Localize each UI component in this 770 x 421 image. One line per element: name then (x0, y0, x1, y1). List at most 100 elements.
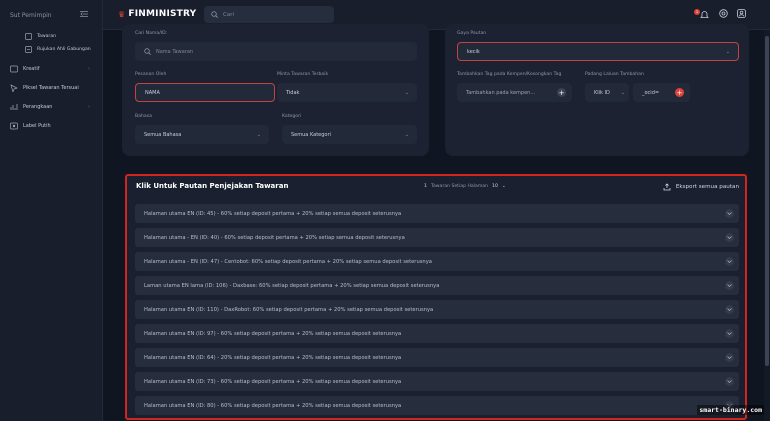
filter-card: Cari Nama/ID: Nama Tawaran Pesanan Oleh … (122, 24, 429, 156)
page-number: 1 (424, 184, 427, 189)
sidebar-title: Sut Pemimpin (10, 11, 52, 19)
offer-row[interactable]: Halaman utama EN (ID: 73) - 60% setiap d… (135, 372, 739, 391)
crown-icon: ♛ (118, 9, 126, 19)
brand-logo[interactable]: ♛ FINMINISTRY (118, 9, 196, 19)
sidebar-item-label: Tawaran (37, 34, 57, 39)
offer-row-label: Halaman utama EN (ID: 110) - DaxRobot: 6… (144, 306, 434, 313)
offer-row[interactable]: Halaman utama EN (ID: 45) - 60% setiap d… (135, 204, 739, 223)
interest-value: Tidak (286, 89, 300, 96)
export-all-links-button[interactable]: Eksport semua pautan (663, 183, 739, 191)
tracking-links-panel: Klik Untuk Pautan Penjejakan Tawaran 1 T… (125, 174, 747, 420)
sidebar-item-offers[interactable]: Tawaran (0, 30, 102, 43)
user-icon (737, 8, 746, 18)
offer-row-label: Laman utama EN lama (ID: 106) - Daxbase:… (144, 282, 440, 289)
offer-row-label: Halaman utama EN (ID: 80) - 60% setiap d… (144, 402, 402, 409)
collapse-sidebar-icon[interactable] (80, 11, 88, 19)
offer-by-label: Pesanan Oleh (135, 72, 167, 77)
per-page-value: 10 (492, 184, 498, 189)
offer-row[interactable]: Halaman utama - EN (ID: 47) - Centobot: … (135, 252, 739, 271)
chevron-down-icon[interactable] (725, 329, 734, 338)
link-style-label: Gaya Pautan (457, 31, 487, 36)
sidebar-item-creative[interactable]: Kreatif › (0, 62, 102, 75)
offer-row-label: Halaman utama - EN (ID: 40) - 60% setiap… (144, 234, 405, 241)
chevron-down-icon: ⌄ (404, 131, 409, 138)
chevron-down-icon: ⌄ (620, 89, 625, 96)
param-label: Padang Laluan Tambahan (585, 72, 644, 77)
search-placeholder: Nama Tawaran (156, 48, 194, 55)
notification-badge: 1 (694, 9, 700, 15)
offer-row[interactable]: Halaman utama EN (ID: 97) - 60% setiap d… (135, 324, 739, 343)
link-settings-card: Gaya Pautan kecik ⌄ Tambahkan Tag pada K… (445, 24, 749, 156)
white-label-icon (10, 122, 18, 130)
sidebar-item-label: Label Putih (23, 122, 51, 129)
at-sign-icon (719, 8, 728, 18)
chevron-down-icon[interactable] (725, 209, 734, 218)
watermark: smart-binary.com (697, 405, 764, 415)
sidebar-item-affiliate-referral[interactable]: Rujukan Ahli Gabungan (0, 43, 102, 56)
referral-icon (24, 46, 32, 54)
category-value: Semua Kategori (291, 131, 331, 138)
tags-input[interactable]: Tambahkan pada kempen... + (457, 83, 572, 102)
tags-placeholder: Tambahkan pada kempen... (466, 89, 536, 96)
sidebar-item-label: Kreatif (23, 65, 40, 72)
sidebar-item-white-label[interactable]: Label Putih (0, 119, 102, 132)
pixel-icon (10, 83, 18, 92)
link-style-value: kecik (467, 48, 480, 55)
search-label: Cari Nama/ID: (135, 31, 168, 36)
param-type-select[interactable]: Klik ID ⌄ (585, 83, 629, 102)
offer-search-input[interactable]: Nama Tawaran (135, 42, 417, 61)
search-icon (211, 11, 218, 18)
offer-row[interactable]: Laman utama EN lama (ID: 106) - Daxbase:… (135, 276, 739, 295)
search-placeholder: Cari (223, 11, 234, 18)
sidebar-item-custom-pixel[interactable]: Piksel Tawaran Tersuai (0, 81, 102, 94)
offer-row[interactable]: Halaman utama - EN (ID: 40) - 60% setiap… (135, 228, 739, 247)
param-value: _ocid= (642, 89, 660, 96)
interest-select[interactable]: Tidak ⌄ (277, 83, 417, 102)
chevron-down-icon[interactable] (725, 257, 734, 266)
sidebar-item-label: Piksel Tawaran Tersuai (23, 84, 79, 91)
offer-row[interactable]: Halaman utama EN (ID: 80) - 60% setiap d… (135, 396, 739, 415)
creative-icon (10, 65, 18, 73)
offer-row[interactable]: Halaman utama EN (ID: 110) - DaxRobot: 6… (135, 300, 739, 319)
profile-button[interactable] (737, 8, 746, 20)
chevron-down-icon[interactable] (725, 305, 734, 314)
category-select[interactable]: Semua Kategori ⌄ (282, 125, 417, 144)
chevron-down-icon: ⌄ (404, 89, 409, 96)
language-select[interactable]: Semua Bahasa ⌄ (135, 125, 269, 144)
chevron-down-icon[interactable] (725, 353, 734, 362)
scrollbar-thumb[interactable] (765, 36, 769, 366)
chevron-down-icon: ⌄ (256, 131, 261, 138)
top-actions: 1 (694, 8, 746, 20)
offer-by-input[interactable]: NAMA (135, 83, 275, 102)
category-label: Kategori (282, 114, 302, 119)
chevron-down-icon[interactable] (725, 233, 734, 242)
global-search-input[interactable]: Cari (204, 6, 334, 23)
chevron-down-icon[interactable] (725, 377, 734, 386)
email-button[interactable] (719, 8, 728, 20)
offer-row-label: Halaman utama EN (ID: 64) - 20% setiap d… (144, 354, 402, 361)
sidebar-item-statistics[interactable]: Perangkaan › (0, 100, 102, 113)
add-tag-button[interactable]: + (557, 88, 566, 97)
offer-by-value: NAMA (145, 89, 160, 96)
add-param-button[interactable]: + (675, 88, 684, 97)
brand-name: FINMINISTRY (128, 9, 197, 19)
export-icon (663, 183, 671, 191)
sidebar-item-label: Rujukan Ahli Gabungan (37, 47, 91, 52)
param-value-input[interactable]: _ocid= + (633, 83, 690, 102)
chevron-down-icon: ⌄ (501, 184, 506, 189)
offer-row-label: Halaman utama - EN (ID: 47) - Centobot: … (144, 258, 432, 265)
per-page-label: Tawaran Setiap Halaman (430, 184, 489, 189)
chevron-right-icon: › (88, 103, 90, 110)
interest-label: Minta Tawaran Terbaik (277, 72, 329, 77)
chevron-down-icon[interactable] (725, 281, 734, 290)
link-style-select[interactable]: kecik ⌄ (457, 42, 739, 61)
chevron-right-icon: › (88, 65, 90, 72)
panel-title: Klik Untuk Pautan Penjejakan Tawaran (136, 182, 289, 190)
offer-row[interactable]: Halaman utama EN (ID: 64) - 20% setiap d… (135, 348, 739, 367)
search-icon (144, 48, 151, 55)
notifications-button[interactable]: 1 (694, 8, 710, 20)
offer-icon (24, 33, 32, 41)
export-label: Eksport semua pautan (675, 184, 739, 190)
per-page-control[interactable]: 1 Tawaran Setiap Halaman 10 ⌄ (424, 184, 506, 189)
bell-icon (699, 10, 709, 18)
